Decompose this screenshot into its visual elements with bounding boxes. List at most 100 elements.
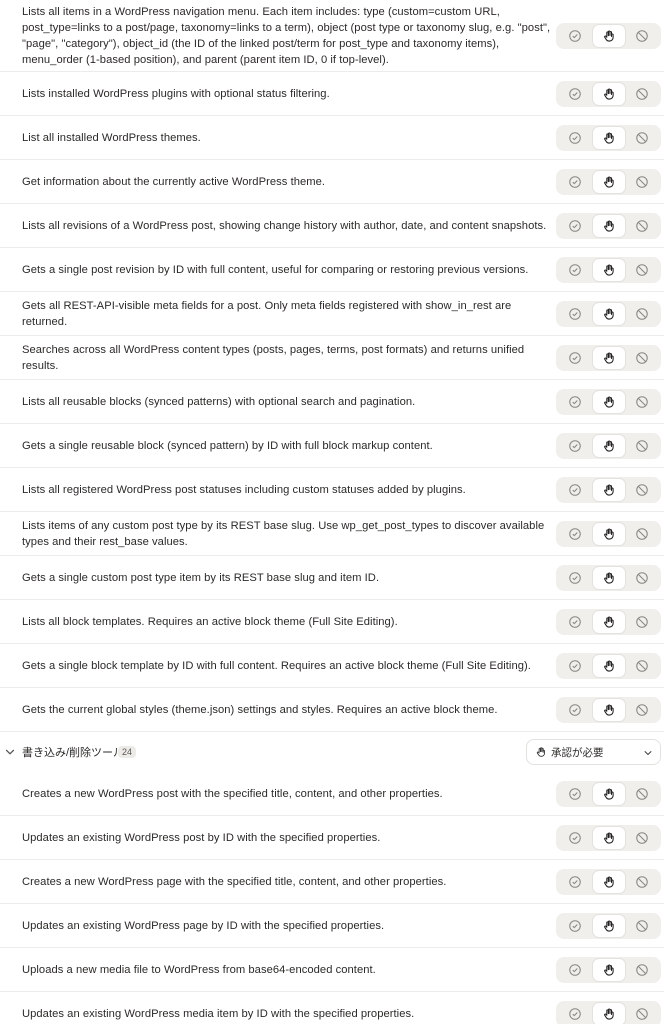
permission-approval-button[interactable]	[592, 870, 625, 893]
permission-block-button[interactable]	[626, 1003, 658, 1024]
permission-block-button[interactable]	[626, 699, 658, 721]
tool-description: Gets a single custom post type item by i…	[22, 571, 380, 584]
permission-approval-button[interactable]	[592, 24, 625, 47]
permission-allow-button[interactable]	[559, 567, 591, 589]
write-tools-section-header[interactable]: 書き込み/削除ツール 24 承認が必要	[0, 732, 664, 772]
permission-block-button[interactable]	[626, 391, 658, 413]
permission-allow-button[interactable]	[559, 391, 591, 413]
permission-allow-button[interactable]	[559, 655, 591, 677]
permission-allow-button[interactable]	[559, 479, 591, 501]
permission-allow-button[interactable]	[559, 611, 591, 633]
policy-label: 承認が必要	[551, 746, 604, 759]
block-icon	[635, 615, 649, 629]
permission-toggle	[556, 912, 661, 939]
permission-approval-button[interactable]	[592, 522, 625, 545]
permission-approval-button[interactable]	[592, 214, 625, 237]
tool-description: Get information about the currently acti…	[22, 175, 326, 188]
permission-block-button[interactable]	[626, 655, 658, 677]
permission-approval-button[interactable]	[592, 82, 625, 105]
permission-block-button[interactable]	[626, 611, 658, 633]
permission-toggle	[556, 868, 661, 895]
permission-allow-button[interactable]	[559, 827, 591, 849]
permission-block-button[interactable]	[626, 523, 658, 545]
permission-approval-button[interactable]	[592, 698, 625, 721]
permission-block-button[interactable]	[626, 915, 658, 937]
permission-block-button[interactable]	[626, 83, 658, 105]
hand-icon	[602, 875, 616, 889]
permission-approval-button[interactable]	[592, 654, 625, 677]
permission-approval-button[interactable]	[592, 958, 625, 981]
permission-approval-button[interactable]	[592, 478, 625, 501]
permission-allow-button[interactable]	[559, 347, 591, 369]
permission-approval-button[interactable]	[592, 914, 625, 937]
permission-toggle	[556, 652, 661, 679]
permission-block-button[interactable]	[626, 171, 658, 193]
permission-allow-button[interactable]	[559, 1003, 591, 1024]
block-icon	[635, 219, 649, 233]
permission-block-button[interactable]	[626, 827, 658, 849]
section-policy-dropdown[interactable]: 承認が必要	[526, 739, 661, 765]
permission-toggle	[556, 168, 661, 195]
permission-block-button[interactable]	[626, 959, 658, 981]
permission-approval-button[interactable]	[592, 434, 625, 457]
permission-block-button[interactable]	[626, 259, 658, 281]
permission-approval-button[interactable]	[592, 170, 625, 193]
permission-approval-button[interactable]	[592, 610, 625, 633]
permission-allow-button[interactable]	[559, 871, 591, 893]
permission-block-button[interactable]	[626, 25, 658, 47]
permission-approval-button[interactable]	[592, 390, 625, 413]
check-circle-icon	[568, 1007, 582, 1021]
permission-toggle	[556, 564, 661, 591]
permission-allow-button[interactable]	[559, 783, 591, 805]
permission-toggle	[556, 1000, 661, 1024]
permission-allow-button[interactable]	[559, 215, 591, 237]
check-circle-icon	[568, 395, 582, 409]
block-icon	[635, 87, 649, 101]
permission-toggle	[556, 824, 661, 851]
permission-allow-button[interactable]	[559, 435, 591, 457]
permission-approval-button[interactable]	[592, 782, 625, 805]
tool-description: Gets the current global styles (theme.js…	[22, 703, 498, 716]
tool-description: Gets a single block template by ID with …	[22, 659, 531, 672]
permission-block-button[interactable]	[626, 215, 658, 237]
check-circle-icon	[568, 659, 582, 673]
permission-toggle	[556, 780, 661, 807]
check-circle-icon	[568, 439, 582, 453]
permission-approval-button[interactable]	[592, 302, 625, 325]
permission-block-button[interactable]	[626, 303, 658, 325]
chevron-down-icon[interactable]	[4, 745, 16, 757]
permission-allow-button[interactable]	[559, 83, 591, 105]
permission-allow-button[interactable]	[559, 959, 591, 981]
tool-description: Updates an existing WordPress post by ID…	[22, 831, 381, 844]
tool-row: Uploads a new media file to WordPress fr…	[0, 948, 664, 992]
permission-allow-button[interactable]	[559, 303, 591, 325]
permission-toggle	[556, 344, 661, 371]
permission-allow-button[interactable]	[559, 171, 591, 193]
tool-row: Updates an existing WordPress post by ID…	[0, 816, 664, 860]
permission-block-button[interactable]	[626, 479, 658, 501]
tool-row: Get information about the currently acti…	[0, 160, 664, 204]
tool-description: Lists installed WordPress plugins with o…	[22, 87, 330, 100]
permission-approval-button[interactable]	[592, 258, 625, 281]
permission-approval-button[interactable]	[592, 566, 625, 589]
permission-toggle	[556, 300, 661, 327]
permission-allow-button[interactable]	[559, 127, 591, 149]
permission-allow-button[interactable]	[559, 915, 591, 937]
permission-block-button[interactable]	[626, 871, 658, 893]
check-circle-icon	[568, 131, 582, 145]
tool-description: Updates an existing WordPress media item…	[22, 1007, 415, 1020]
block-icon	[635, 29, 649, 43]
permission-block-button[interactable]	[626, 347, 658, 369]
permission-allow-button[interactable]	[559, 259, 591, 281]
permission-allow-button[interactable]	[559, 699, 591, 721]
permission-block-button[interactable]	[626, 127, 658, 149]
permission-allow-button[interactable]	[559, 25, 591, 47]
permission-allow-button[interactable]	[559, 523, 591, 545]
permission-block-button[interactable]	[626, 567, 658, 589]
permission-block-button[interactable]	[626, 783, 658, 805]
permission-approval-button[interactable]	[592, 826, 625, 849]
permission-approval-button[interactable]	[592, 126, 625, 149]
permission-approval-button[interactable]	[592, 1002, 625, 1024]
permission-block-button[interactable]	[626, 435, 658, 457]
permission-approval-button[interactable]	[592, 346, 625, 369]
